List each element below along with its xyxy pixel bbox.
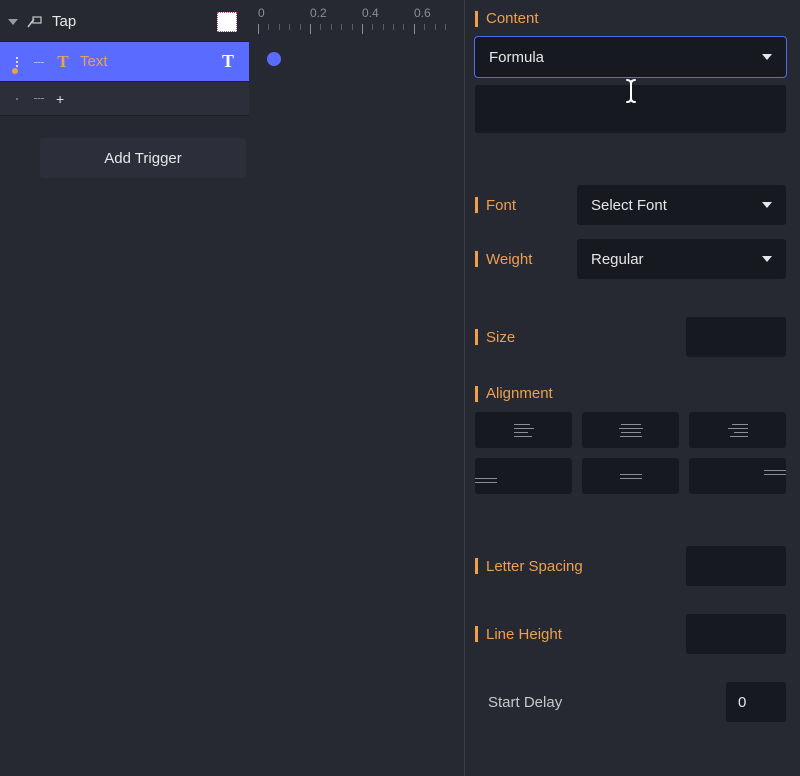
add-trigger-label: Add Trigger <box>104 150 182 167</box>
size-input[interactable] <box>686 317 786 357</box>
align-right-button[interactable] <box>689 412 786 448</box>
properties-panel: Content Formula Font Select Font Weight <box>465 0 800 776</box>
chevron-down-icon <box>762 202 772 208</box>
text-icon: T <box>54 53 72 71</box>
timeline-area: 0 0.2 0.4 0.6 <box>258 0 468 40</box>
start-delay-input[interactable]: 0 <box>726 682 786 722</box>
alignment-label: Alignment <box>475 385 786 402</box>
align-middle-button[interactable] <box>582 458 679 494</box>
timeline-ruler[interactable]: 0 0.2 0.4 0.6 <box>258 0 468 40</box>
add-trigger-button[interactable]: Add Trigger <box>40 138 246 178</box>
plus-icon: + <box>56 91 64 107</box>
line-height-label: Line Height <box>475 626 562 643</box>
size-label: Size <box>475 329 515 346</box>
weight-select[interactable]: Regular <box>577 239 786 279</box>
tree-label: Text <box>80 53 211 70</box>
content-type-select[interactable]: Formula <box>475 37 786 77</box>
ruler-tick: 0 <box>258 6 310 20</box>
weight-label: Weight <box>475 251 567 268</box>
tree-add-row[interactable]: + <box>0 82 249 116</box>
ruler-tick: 0.4 <box>362 6 414 20</box>
start-delay-label: Start Delay <box>488 694 562 711</box>
formula-input[interactable] <box>475 85 786 133</box>
letter-spacing-label: Letter Spacing <box>475 558 583 575</box>
tree-rail <box>8 57 26 67</box>
align-top-button[interactable] <box>475 458 572 494</box>
text-type-icon: T <box>219 53 237 71</box>
align-left-button[interactable] <box>475 412 572 448</box>
font-label: Font <box>475 197 567 214</box>
tree-label: Tap <box>52 13 209 30</box>
ruler-tick: 0.6 <box>414 6 466 20</box>
ruler-marks <box>258 24 468 32</box>
tree-connector <box>34 61 44 63</box>
tap-gesture-icon <box>26 13 44 31</box>
text-cursor-icon <box>622 77 640 105</box>
select-value: Regular <box>591 251 644 268</box>
chevron-down-icon <box>762 256 772 262</box>
tree-row-tap[interactable]: Tap <box>0 2 249 42</box>
caret-down-icon <box>8 19 18 25</box>
color-swatch[interactable] <box>217 12 237 32</box>
content-label: Content <box>475 10 786 27</box>
tree-connector <box>34 98 44 99</box>
line-height-input[interactable] <box>686 614 786 654</box>
chevron-down-icon <box>762 54 772 60</box>
hierarchy-panel: Tap T Text T + Add Trigger <box>0 0 465 776</box>
align-center-button[interactable] <box>582 412 679 448</box>
layer-indicator-dot <box>12 68 18 74</box>
keyframe-marker[interactable] <box>267 52 281 66</box>
tree-row-text[interactable]: T Text T <box>0 42 249 82</box>
ruler-tick: 0.2 <box>310 6 362 20</box>
letter-spacing-input[interactable] <box>686 546 786 586</box>
font-select[interactable]: Select Font <box>577 185 786 225</box>
align-bottom-button[interactable] <box>689 458 786 494</box>
select-value: Select Font <box>591 197 667 214</box>
select-value: Formula <box>489 49 544 66</box>
